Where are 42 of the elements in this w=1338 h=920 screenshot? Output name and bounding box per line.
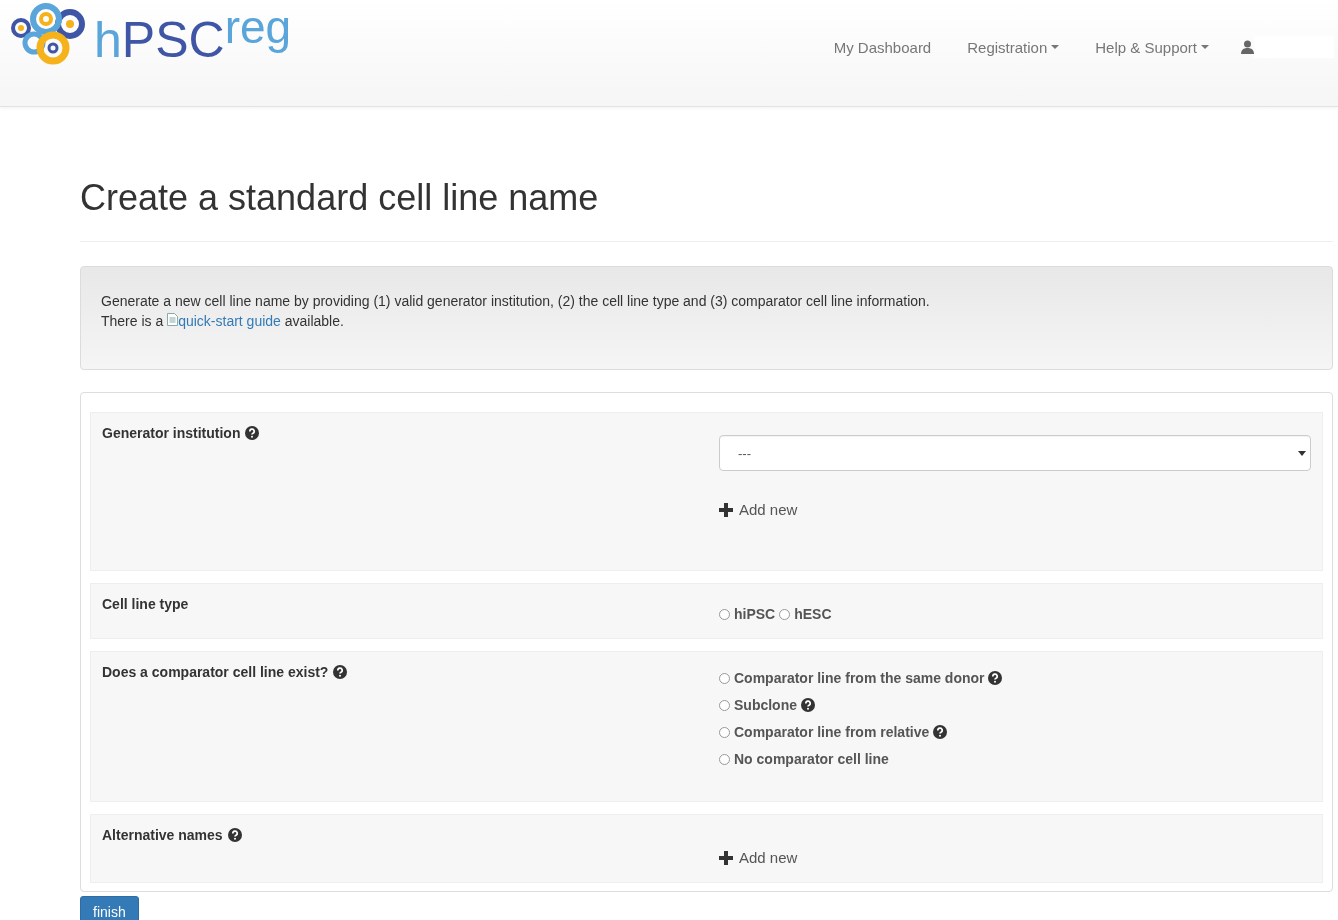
radio-button[interactable] [719, 699, 730, 711]
info-text: Generate a new cell line name by providing (1) valid generator institution, (2) the cell line type and (3) comparator cell line information. [101, 292, 931, 311]
user-icon[interactable] [1241, 40, 1254, 54]
radio-button[interactable] [719, 726, 730, 738]
radio-option[interactable]: hESC [779, 602, 832, 626]
radio-option[interactable]: hiPSC [719, 602, 776, 626]
help-icon[interactable] [933, 725, 948, 739]
radio-button[interactable] [719, 672, 730, 684]
caret-icon [1201, 45, 1209, 49]
field-label: Does a comparator cell line exist? [102, 664, 329, 680]
help-icon[interactable] [227, 828, 242, 842]
nav-link[interactable]: Help & Support [1077, 38, 1227, 56]
select-value: --- [738, 445, 751, 461]
caret-icon [1298, 450, 1306, 456]
field-label: Generator institution [102, 425, 241, 441]
help-icon[interactable] [333, 665, 348, 679]
plus-icon [719, 850, 733, 865]
quick-start-link[interactable]: quick-start guide [178, 313, 281, 329]
caret-icon [1051, 45, 1060, 49]
field-label: Alternative names [102, 827, 223, 843]
plus-icon [719, 502, 733, 517]
nav-link[interactable]: My Dashboard [815, 38, 950, 56]
radio-button[interactable] [779, 608, 791, 620]
radio-option[interactable]: Subclone [719, 697, 1311, 713]
radio-button[interactable] [719, 608, 730, 620]
page-title: Create a standard cell line name [80, 177, 1333, 242]
help-icon[interactable] [801, 698, 815, 712]
add-new-link[interactable]: Add new [719, 849, 798, 866]
radio-option[interactable]: No comparator cell line [719, 751, 1311, 767]
info-text: There is a quick-start guide available. [101, 312, 345, 331]
document-icon [167, 313, 179, 326]
logo-icon [10, 3, 88, 65]
add-new-link[interactable]: Add new [719, 501, 798, 518]
finish-button[interactable]: finish [80, 896, 139, 920]
help-icon[interactable] [988, 671, 1003, 685]
nav-link[interactable]: Registration [949, 38, 1078, 56]
institution-select[interactable]: --- [719, 435, 1311, 471]
radio-option[interactable]: Comparator line from the same donor [719, 670, 1311, 686]
field-label: Cell line type [102, 596, 189, 612]
radio-option[interactable]: Comparator line from relative [719, 724, 1311, 740]
help-icon[interactable] [245, 426, 260, 440]
radio-button[interactable] [719, 753, 730, 765]
